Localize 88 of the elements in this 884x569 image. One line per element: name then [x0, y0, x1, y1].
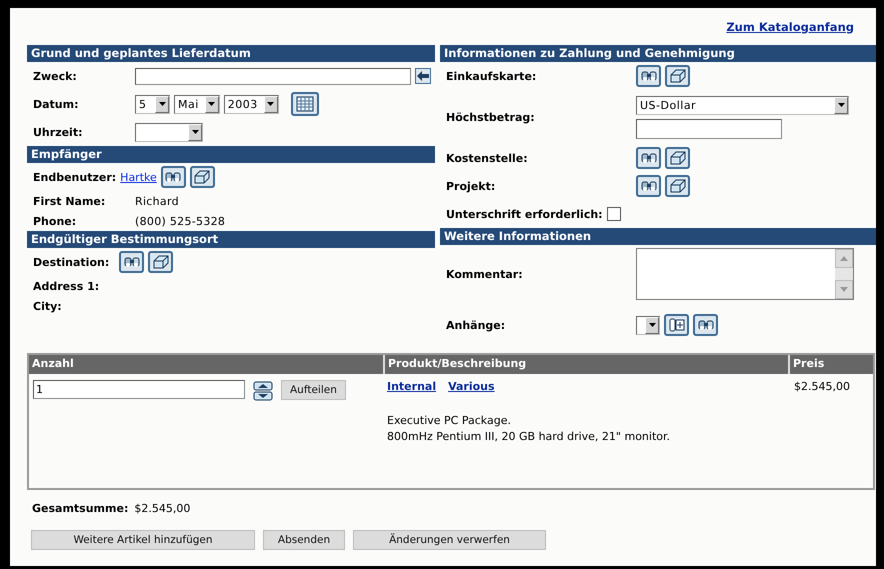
field-label: Uhrzeit: [33, 126, 84, 138]
field-label: Anhänge: [446, 318, 506, 332]
category-link[interactable]: Various [448, 380, 495, 393]
scrollbar[interactable] [835, 249, 853, 299]
field-label: Einkaufskarte: [446, 70, 538, 82]
add-attachment-button[interactable] [664, 314, 689, 336]
field-label: Projekt: [446, 180, 496, 192]
field-label: Kommentar: [446, 268, 524, 280]
year-select[interactable]: 2003 [224, 94, 279, 114]
section-header: Empfänger [27, 146, 435, 163]
lookup-button[interactable] [693, 314, 718, 336]
field-value: Richard [135, 194, 179, 208]
binoculars-icon [640, 151, 656, 165]
field-label: Phone: [33, 214, 78, 228]
add-document-icon [668, 318, 684, 332]
field-label: Zweck: [33, 70, 78, 82]
action-button[interactable]: Änderungen verwerfen [353, 530, 546, 550]
column-header: Preis [788, 355, 873, 374]
time-select[interactable] [135, 122, 203, 142]
dropdown-arrow-icon [208, 102, 216, 106]
dropdown-arrow-icon [648, 323, 656, 327]
binoculars-icon [124, 255, 140, 269]
field-label: Address 1: [33, 280, 100, 292]
eraser-icon [670, 151, 686, 165]
dropdown-arrow-icon [267, 102, 274, 106]
section-header: Grund und geplantes Lieferdatum [27, 45, 435, 62]
field-label: Kostenstelle: [446, 152, 529, 164]
section-header: Weitere Informationen [440, 228, 876, 245]
eraser-button[interactable] [148, 251, 173, 273]
eraser-button[interactable] [665, 175, 690, 197]
dropdown-arrow-icon [838, 103, 844, 107]
column-header: Produkt/Beschreibung [383, 355, 788, 374]
split-button[interactable]: Aufteilen [281, 380, 346, 400]
dropdown-arrow-icon [158, 102, 166, 106]
field-value: (800) 525-5328 [135, 214, 226, 228]
field-label: Endbenutzer: [33, 170, 116, 184]
up-down-arrows-icon [253, 381, 273, 401]
product-description: Executive PC Package. [387, 413, 512, 429]
eraser-button[interactable] [665, 147, 690, 169]
action-button[interactable]: Weitere Artikel hinzufügen [31, 530, 255, 550]
purpose-field[interactable] [135, 68, 411, 84]
section-header: Endgültiger Bestimmungsort [27, 231, 435, 248]
checkbox[interactable] [606, 207, 621, 221]
field-label: First Name: [33, 194, 106, 208]
quantity-field[interactable]: 1 [33, 380, 245, 399]
field-label: Unterschrift erforderlich: [446, 208, 603, 220]
calendar-button[interactable] [290, 92, 319, 116]
eraser-icon [194, 170, 210, 184]
dropdown-arrow-icon [192, 130, 198, 134]
eraser-icon [152, 255, 168, 269]
user-link[interactable]: Hartke [120, 170, 157, 184]
field-label: Datum: [33, 98, 80, 110]
total-value: $2.545,00 [134, 502, 190, 515]
lookup-button[interactable] [636, 147, 661, 169]
field-label: Destination: [33, 256, 110, 268]
catalog-link[interactable]: Zum Kataloganfang [726, 20, 854, 34]
amount-field[interactable] [636, 118, 782, 138]
action-button[interactable]: Absenden [263, 530, 345, 550]
column-header: Anzahl [31, 356, 75, 372]
attachment-select[interactable] [636, 316, 660, 334]
section-header: Informationen zu Zahlung und Genehmigung [440, 45, 876, 62]
scroll-down-icon [840, 287, 848, 292]
eraser-icon [670, 179, 686, 193]
lookup-button[interactable] [636, 175, 661, 197]
scroll-up-icon [840, 256, 848, 261]
field-label: Höchstbetrag: [446, 110, 536, 124]
eraser-button[interactable] [190, 166, 215, 188]
binoculars-icon [640, 179, 656, 193]
lookup-button[interactable] [119, 251, 144, 273]
binoculars-icon [698, 318, 714, 332]
binoculars-icon [640, 69, 656, 83]
field-label: City: [33, 300, 63, 312]
eraser-icon [670, 69, 686, 83]
month-select[interactable]: Mai [174, 94, 220, 114]
eraser-button[interactable] [665, 65, 690, 87]
currency-select[interactable]: US-Dollar [636, 96, 849, 114]
left-arrow-icon [417, 71, 429, 81]
arrow-button[interactable] [415, 68, 431, 84]
binoculars-icon [165, 170, 182, 184]
total-label: Gesamtsumme: [32, 502, 128, 515]
calendar-icon [296, 96, 314, 112]
category-link[interactable]: Internal [387, 380, 436, 393]
price-value: $2.545,00 [794, 380, 850, 393]
lookup-button[interactable] [160, 166, 186, 188]
product-description: 800mHz Pentium III, 20 GB hard drive, 21" monitor. [387, 429, 672, 445]
comment-textarea[interactable] [636, 248, 854, 300]
lookup-button[interactable] [636, 65, 661, 87]
day-select[interactable]: 5 [135, 94, 170, 114]
